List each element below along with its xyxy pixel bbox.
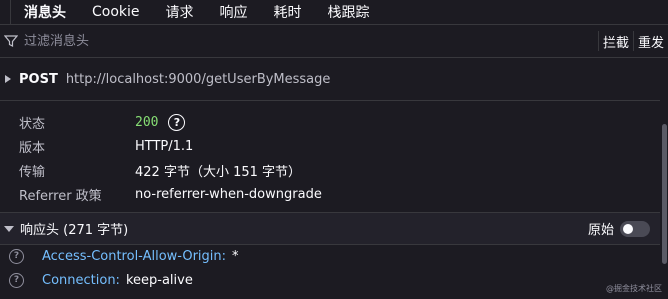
request-summary: 状态 200 ? 版本 HTTP/1.1 传输 422 字节（大小 151 字节… [0, 110, 668, 206]
scrollbar[interactable] [660, 58, 668, 299]
transfer-value: 422 字节（大小 151 字节） [135, 164, 302, 180]
expand-arrow-icon[interactable] [5, 75, 11, 83]
tab-headers[interactable]: 消息头 [11, 0, 79, 24]
header-value: * [232, 248, 239, 264]
referrer-label: Referrer 政策 [19, 188, 102, 204]
header-name: Connection: [42, 272, 120, 288]
block-button[interactable]: 拦截 [597, 31, 633, 51]
version-value: HTTP/1.1 [135, 138, 194, 154]
status-code: 200 [135, 114, 159, 130]
filter-icon [4, 35, 18, 47]
tab-timings[interactable]: 耗时 [261, 0, 315, 24]
tab-stack-trace[interactable]: 栈跟踪 [315, 0, 383, 24]
status-label: 状态 [19, 116, 46, 132]
raw-toggle[interactable] [620, 220, 650, 237]
request-url: http://localhost:9000/getUserByMessage [65, 71, 331, 87]
tab-cookie[interactable]: Cookie [79, 0, 153, 24]
panel-tabs: 消息头 Cookie 请求 响应 耗时 栈跟踪 [0, 0, 668, 25]
header-name: Access-Control-Allow-Origin: [42, 248, 227, 264]
referrer-value: no-referrer-when-downgrade [135, 186, 322, 202]
header-value: keep-alive [125, 272, 193, 288]
collapse-arrow-icon[interactable] [4, 225, 14, 232]
response-headers-section[interactable]: 响应头 (271 字节) 原始 [0, 212, 668, 245]
watermark: @掘金技术社区 [606, 284, 662, 293]
summary-row-status: 状态 200 ? [0, 110, 668, 134]
transfer-label: 传输 [19, 164, 46, 180]
header-row: ? Access-Control-Allow-Origin: * [0, 244, 668, 268]
header-help-icon[interactable]: ? [9, 272, 24, 288]
header-help-icon[interactable]: ? [9, 248, 24, 264]
filter-bar: 拦截 重发 [0, 25, 668, 58]
response-headers-title: 响应头 (271 字节) [20, 223, 129, 238]
scrollbar-thumb[interactable] [662, 124, 667, 264]
request-line[interactable]: POST http://localhost:9000/getUserByMess… [0, 58, 668, 101]
version-label: 版本 [19, 140, 46, 156]
tab-request[interactable]: 请求 [153, 0, 207, 24]
filter-headers-input[interactable] [22, 32, 546, 50]
tab-indicator [0, 0, 11, 24]
summary-row-transfer: 传输 422 字节（大小 151 字节） [0, 158, 668, 182]
header-row: ? Connection: keep-alive [0, 268, 668, 292]
summary-row-version: 版本 HTTP/1.1 [0, 134, 668, 158]
raw-toggle-label: 原始 [587, 223, 614, 238]
resend-button[interactable]: 重发 [632, 31, 668, 51]
summary-row-referrer: Referrer 政策 no-referrer-when-downgrade [0, 182, 668, 206]
request-method: POST [19, 71, 58, 87]
tab-response[interactable]: 响应 [207, 0, 261, 24]
status-help-icon[interactable]: ? [168, 113, 186, 131]
